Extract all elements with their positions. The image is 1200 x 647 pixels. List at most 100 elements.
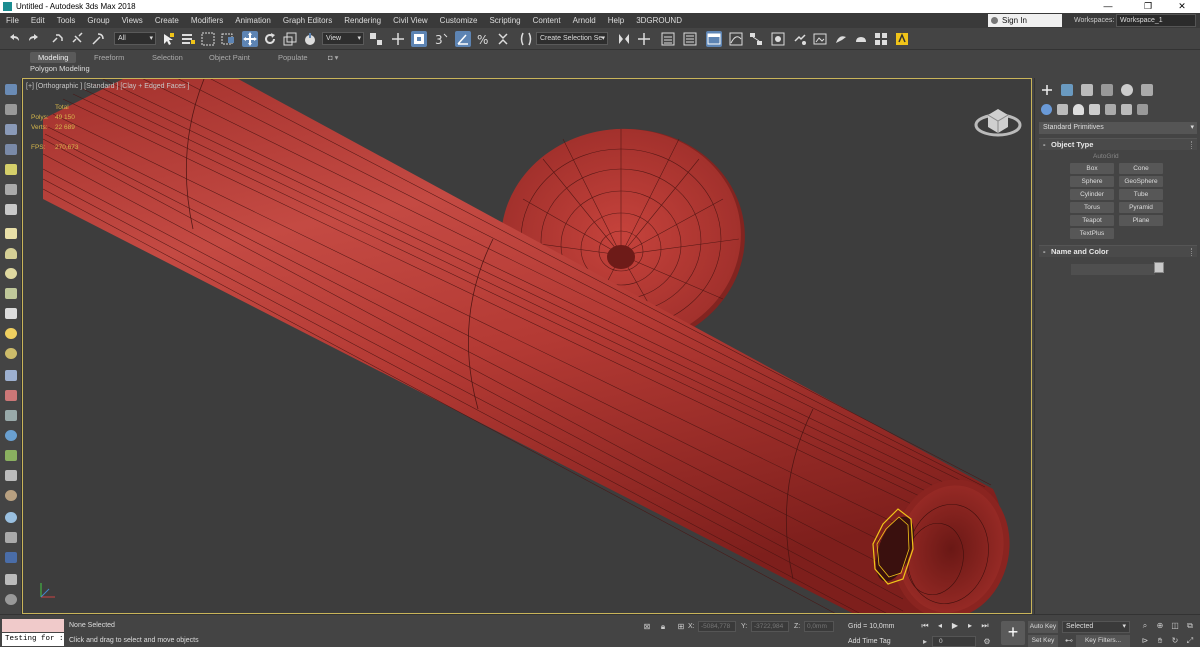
align-icon[interactable] <box>636 31 652 47</box>
render-in-cloud-icon[interactable] <box>853 31 869 47</box>
helpers-icon[interactable] <box>1105 104 1116 115</box>
utilities-tab-icon[interactable] <box>1141 84 1153 96</box>
helper-icon[interactable] <box>5 204 17 215</box>
named-selection-dropdown[interactable]: Create Selection Se <box>536 32 608 45</box>
z-coordinate-field[interactable]: 0,0mm <box>804 621 834 632</box>
current-frame-field[interactable]: 0 <box>932 636 976 647</box>
ribbon-tab-object-paint[interactable]: Object Paint <box>201 52 258 63</box>
brush-icon[interactable] <box>5 390 17 401</box>
sun-icon[interactable] <box>5 328 17 339</box>
select-and-move-icon[interactable] <box>242 31 258 47</box>
torus-button[interactable]: Torus <box>1070 202 1114 213</box>
bind-space-warp-icon[interactable] <box>90 31 106 47</box>
close-button[interactable]: ✕ <box>1162 0 1200 13</box>
lights-icon[interactable] <box>1073 104 1084 115</box>
previous-frame-icon[interactable]: ◂ <box>935 621 945 631</box>
key-filters-button[interactable]: Key Filters... <box>1076 635 1130 647</box>
polygon-modeling-panel[interactable]: Polygon Modeling <box>30 64 90 73</box>
cylinder-button[interactable]: Cylinder <box>1070 189 1114 200</box>
render-production-icon[interactable] <box>833 31 849 47</box>
menu-modifiers[interactable]: Modifiers <box>185 16 229 25</box>
menu-tools[interactable]: Tools <box>51 16 82 25</box>
motion-tab-icon[interactable] <box>1101 84 1113 96</box>
textplus-button[interactable]: TextPlus <box>1070 228 1114 239</box>
cone-icon[interactable] <box>5 308 17 319</box>
zoom-extents-icon[interactable]: ◫ <box>1170 621 1180 631</box>
absolute-mode-icon[interactable]: ⊞ <box>676 622 686 632</box>
paint-icon[interactable] <box>5 470 17 481</box>
cameras-icon[interactable] <box>1089 104 1100 115</box>
arnold-render-icon[interactable] <box>894 31 910 47</box>
select-and-rotate-icon[interactable] <box>262 31 278 47</box>
workspace-select[interactable]: Workspace_1 <box>1116 14 1196 27</box>
menu-group[interactable]: Group <box>81 16 115 25</box>
keyboard-shortcut-override-icon[interactable] <box>411 31 427 47</box>
material-editor-icon[interactable] <box>770 31 786 47</box>
toggle-ribbon-icon[interactable] <box>706 31 722 47</box>
viewport-orthographic[interactable]: [+] [Orthographic ] [Standard ] [Clay + … <box>22 78 1032 614</box>
teapot-button[interactable]: Teapot <box>1070 215 1114 226</box>
light-icon[interactable] <box>5 164 17 175</box>
maxscript-listener-input[interactable]: Testing for : <box>2 633 64 646</box>
cylinder-mesh[interactable] <box>42 79 1022 614</box>
doc-icon[interactable] <box>5 574 17 585</box>
key-filter-icon[interactable]: ⊷ <box>1064 636 1074 646</box>
list-icon[interactable] <box>5 124 17 135</box>
edit-named-selection-icon[interactable] <box>518 31 534 47</box>
hierarchy-tab-icon[interactable] <box>1081 84 1093 96</box>
box-button[interactable]: Box <box>1070 163 1114 174</box>
layers-icon[interactable] <box>5 532 17 543</box>
menu-graph-editors[interactable]: Graph Editors <box>277 16 338 25</box>
torus-icon[interactable] <box>5 348 17 359</box>
window-crossing-icon[interactable] <box>220 31 236 47</box>
render-shortcuts-icon[interactable] <box>873 31 889 47</box>
modify-tab-icon[interactable] <box>1061 84 1073 96</box>
geometry-icon[interactable] <box>1041 104 1052 115</box>
play-icon[interactable]: ▶ <box>950 621 960 631</box>
ribbon-tab-populate[interactable]: Populate <box>270 52 316 63</box>
zoom-icon[interactable]: ⌕ <box>1140 621 1150 631</box>
viewport-scene[interactable] <box>23 79 1032 614</box>
orbit-icon[interactable]: ↻ <box>1170 636 1180 646</box>
zoom-all-icon[interactable]: ⊕ <box>1155 621 1165 631</box>
settings-icon[interactable] <box>5 552 17 563</box>
percent-snap-icon[interactable]: % <box>475 31 491 47</box>
ribbon-options-icon[interactable]: ◘ ▾ <box>320 52 346 63</box>
maxscript-listener-output[interactable] <box>2 619 64 632</box>
particle-icon[interactable] <box>5 370 17 381</box>
object-name-field[interactable] <box>1071 264 1155 275</box>
name-and-color-rollout[interactable]: Name and Color <box>1039 245 1197 258</box>
reference-coordinate-dropdown[interactable]: View <box>322 32 364 45</box>
plane-button[interactable]: Plane <box>1119 215 1163 226</box>
selection-lock-icon[interactable]: 🔒︎ <box>658 622 668 632</box>
create-tab-icon[interactable] <box>1041 84 1053 96</box>
field-of-view-icon[interactable]: ⊳ <box>1140 636 1150 646</box>
pan-icon[interactable]: ✋︎ <box>1155 636 1165 646</box>
maximize-viewport-icon[interactable]: ⤢ <box>1185 636 1195 646</box>
viewcube-icon[interactable] <box>973 97 1023 141</box>
camera-icon[interactable] <box>5 184 17 195</box>
menu-content[interactable]: Content <box>527 16 567 25</box>
box-icon[interactable] <box>5 228 17 239</box>
render-sphere-icon[interactable] <box>5 512 17 523</box>
add-time-tag-button[interactable]: Add Time Tag <box>848 638 891 645</box>
y-coordinate-field[interactable]: -3722,984 <box>751 621 789 632</box>
rendered-frame-window-icon[interactable] <box>812 31 828 47</box>
x-coordinate-field[interactable]: -5084,778 <box>698 621 736 632</box>
set-key-mode-icon[interactable]: + <box>1001 621 1025 645</box>
menu-customize[interactable]: Customize <box>434 16 484 25</box>
tube-button[interactable]: Tube <box>1119 189 1163 200</box>
pivot-center-icon[interactable] <box>368 31 384 47</box>
dome-icon[interactable] <box>5 248 17 259</box>
character-icon[interactable] <box>5 410 17 421</box>
select-manipulate-icon[interactable] <box>390 31 406 47</box>
help-icon[interactable] <box>5 594 17 605</box>
auto-key-button[interactable]: Auto Key <box>1028 621 1058 633</box>
undo-icon[interactable] <box>6 31 22 47</box>
viewport-label[interactable]: [+] [Orthographic ] [Standard ] [Clay + … <box>26 83 189 90</box>
toggle-layer-explorer-icon[interactable] <box>682 31 698 47</box>
ribbon-tab-modeling[interactable]: Modeling <box>30 52 77 63</box>
object-icon[interactable] <box>5 104 17 115</box>
sign-in-button[interactable]: Sign In <box>988 14 1062 27</box>
menu-help[interactable]: Help <box>602 16 630 25</box>
